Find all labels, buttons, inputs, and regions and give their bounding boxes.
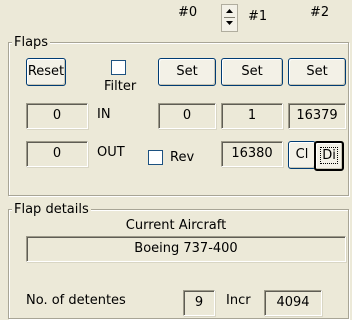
reset-button[interactable]: Reset — [26, 58, 66, 86]
col0-label: #0 — [178, 5, 198, 20]
col2-label: #2 — [310, 5, 330, 20]
di-button-label: Di — [320, 147, 338, 164]
spin-up-icon[interactable] — [222, 5, 237, 17]
out-label: OUT — [97, 145, 125, 160]
set-button-1[interactable]: Set — [221, 58, 283, 86]
col1-label: #1 — [248, 9, 268, 24]
filter-checkbox[interactable] — [111, 60, 126, 75]
flap-details-group-label: Flap details — [12, 202, 91, 217]
cl-button[interactable]: Cl — [288, 141, 316, 169]
in-field-0[interactable]: 0 — [158, 103, 216, 129]
detentes-field[interactable]: 9 — [183, 290, 215, 316]
filter-label: Filter — [104, 79, 137, 94]
incr-label: Incr — [226, 293, 251, 308]
in-left-field[interactable]: 0 — [26, 103, 88, 129]
in-field-1[interactable]: 1 — [221, 103, 283, 129]
incr-field[interactable]: 4094 — [264, 290, 322, 316]
detentes-label: No. of detentes — [26, 293, 126, 308]
set-button-2[interactable]: Set — [288, 58, 346, 86]
column-spinner[interactable] — [221, 4, 238, 32]
current-aircraft-label: Current Aircraft — [125, 218, 227, 233]
aircraft-name-field[interactable]: Boeing 737-400 — [26, 236, 346, 262]
out-field[interactable]: 16380 — [221, 141, 283, 167]
di-button[interactable]: Di — [314, 141, 344, 171]
rev-label: Rev — [170, 150, 195, 165]
out-left-field[interactable]: 0 — [26, 141, 88, 167]
spin-down-icon[interactable] — [222, 18, 237, 30]
set-button-0[interactable]: Set — [158, 58, 216, 86]
rev-checkbox[interactable] — [148, 150, 163, 165]
in-field-2[interactable]: 16379 — [288, 103, 346, 129]
flaps-group-label: Flaps — [12, 35, 51, 50]
in-label: IN — [97, 107, 111, 122]
